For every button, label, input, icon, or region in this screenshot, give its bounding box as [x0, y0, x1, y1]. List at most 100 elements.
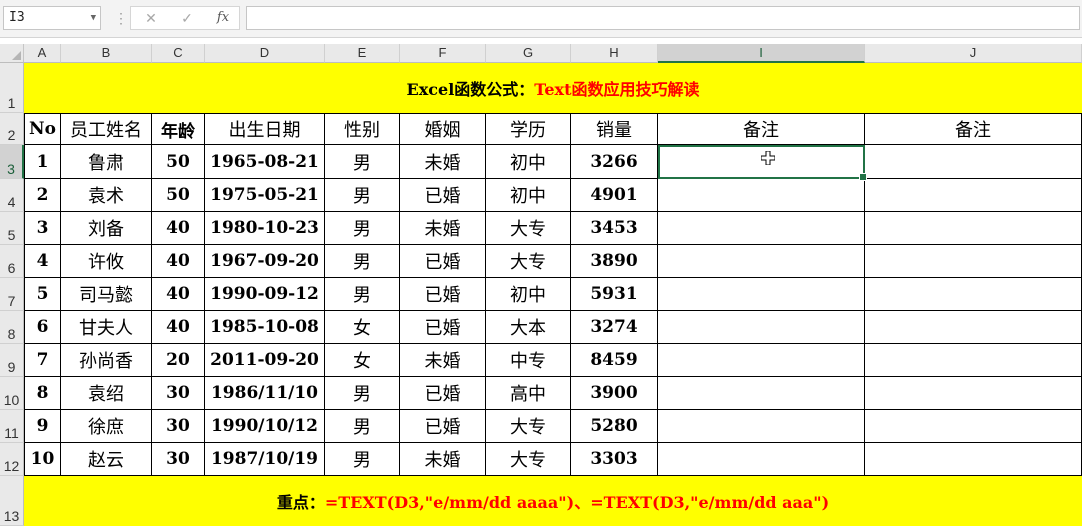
- row-header-1[interactable]: 1: [0, 63, 24, 113]
- header-cell-a[interactable]: No: [24, 113, 61, 145]
- table-cell[interactable]: 1975-05-21: [205, 179, 325, 212]
- table-cell[interactable]: 4901: [571, 179, 658, 212]
- table-cell[interactable]: 初中: [486, 145, 571, 179]
- table-cell[interactable]: 大专: [486, 410, 571, 443]
- table-cell[interactable]: [658, 311, 865, 344]
- row-header-10[interactable]: 10: [0, 377, 24, 410]
- table-cell[interactable]: 40: [152, 278, 205, 311]
- table-cell[interactable]: 1967-09-20: [205, 245, 325, 278]
- table-cell[interactable]: [865, 245, 1082, 278]
- table-cell[interactable]: 大本: [486, 311, 571, 344]
- column-header-e[interactable]: E: [325, 44, 400, 63]
- column-header-a[interactable]: A: [24, 44, 61, 63]
- table-cell[interactable]: 男: [325, 377, 400, 410]
- table-cell[interactable]: 1987/10/19: [205, 443, 325, 476]
- table-cell[interactable]: 4: [24, 245, 61, 278]
- table-cell[interactable]: 5: [24, 278, 61, 311]
- select-all-button[interactable]: [0, 44, 24, 63]
- table-cell[interactable]: [865, 278, 1082, 311]
- table-cell[interactable]: 30: [152, 443, 205, 476]
- table-cell[interactable]: [865, 311, 1082, 344]
- insert-function-icon[interactable]: fx: [211, 9, 235, 27]
- table-cell[interactable]: 大专: [486, 212, 571, 245]
- table-cell[interactable]: 男: [325, 278, 400, 311]
- header-cell-f[interactable]: 婚姻: [400, 113, 486, 145]
- header-cell-c[interactable]: 年龄: [152, 113, 205, 145]
- table-cell[interactable]: 未婚: [400, 212, 486, 245]
- table-cell[interactable]: [865, 377, 1082, 410]
- header-cell-j[interactable]: 备注: [865, 113, 1082, 145]
- title-cell[interactable]: Excel函数公式： Text函数应用技巧解读: [24, 63, 1082, 113]
- column-header-h[interactable]: H: [571, 44, 658, 63]
- table-cell[interactable]: 5931: [571, 278, 658, 311]
- table-cell[interactable]: 2: [24, 179, 61, 212]
- table-cell[interactable]: [658, 377, 865, 410]
- table-cell[interactable]: 已婚: [400, 278, 486, 311]
- table-cell[interactable]: 7: [24, 344, 61, 377]
- table-cell[interactable]: 初中: [486, 278, 571, 311]
- table-cell[interactable]: 3900: [571, 377, 658, 410]
- table-cell[interactable]: 3890: [571, 245, 658, 278]
- column-header-g[interactable]: G: [486, 44, 571, 63]
- column-header-c[interactable]: C: [152, 44, 205, 63]
- enter-icon[interactable]: ✓: [175, 9, 199, 27]
- table-cell[interactable]: [865, 344, 1082, 377]
- footer-cell[interactable]: 重点： =TEXT(D3,"e/mm/dd aaaa")、=TEXT(D3,"e/…: [24, 476, 1082, 526]
- table-cell[interactable]: 徐庶: [61, 410, 152, 443]
- row-header-4[interactable]: 4: [0, 179, 24, 212]
- table-cell[interactable]: 3453: [571, 212, 658, 245]
- table-cell[interactable]: 3: [24, 212, 61, 245]
- table-cell[interactable]: 1980-10-23: [205, 212, 325, 245]
- table-cell[interactable]: 刘备: [61, 212, 152, 245]
- table-cell[interactable]: 1986/11/10: [205, 377, 325, 410]
- table-cell[interactable]: [865, 410, 1082, 443]
- table-cell[interactable]: 3274: [571, 311, 658, 344]
- header-cell-i[interactable]: 备注: [658, 113, 865, 145]
- table-cell[interactable]: 8459: [571, 344, 658, 377]
- column-header-f[interactable]: F: [400, 44, 486, 63]
- table-cell[interactable]: 未婚: [400, 443, 486, 476]
- table-cell[interactable]: 男: [325, 212, 400, 245]
- table-cell[interactable]: 1990-09-12: [205, 278, 325, 311]
- table-cell[interactable]: [865, 145, 1082, 179]
- row-header-2[interactable]: 2: [0, 113, 24, 145]
- row-header-13[interactable]: 13: [0, 476, 24, 526]
- row-header-8[interactable]: 8: [0, 311, 24, 344]
- row-header-9[interactable]: 9: [0, 344, 24, 377]
- name-box[interactable]: I3 ▼: [3, 6, 101, 30]
- table-cell[interactable]: [658, 344, 865, 377]
- table-cell[interactable]: 1985-10-08: [205, 311, 325, 344]
- header-cell-b[interactable]: 员工姓名: [61, 113, 152, 145]
- table-cell[interactable]: 1: [24, 145, 61, 179]
- table-cell[interactable]: [658, 245, 865, 278]
- column-header-i[interactable]: I: [658, 44, 865, 63]
- header-cell-e[interactable]: 性别: [325, 113, 400, 145]
- table-cell[interactable]: 50: [152, 179, 205, 212]
- table-cell[interactable]: 司马懿: [61, 278, 152, 311]
- table-cell[interactable]: 高中: [486, 377, 571, 410]
- formula-input[interactable]: [246, 6, 1080, 30]
- table-cell[interactable]: [658, 179, 865, 212]
- table-cell[interactable]: 2011-09-20: [205, 344, 325, 377]
- row-header-3[interactable]: 3: [0, 145, 24, 179]
- table-cell[interactable]: [658, 278, 865, 311]
- table-cell[interactable]: 40: [152, 311, 205, 344]
- table-cell[interactable]: 30: [152, 377, 205, 410]
- table-cell[interactable]: 未婚: [400, 344, 486, 377]
- table-cell[interactable]: 5280: [571, 410, 658, 443]
- table-cell[interactable]: 50: [152, 145, 205, 179]
- more-options-icon[interactable]: ⋮: [114, 9, 128, 27]
- table-cell[interactable]: 40: [152, 212, 205, 245]
- table-cell[interactable]: 甘夫人: [61, 311, 152, 344]
- table-cell[interactable]: 男: [325, 145, 400, 179]
- table-cell[interactable]: 20: [152, 344, 205, 377]
- table-cell[interactable]: 已婚: [400, 179, 486, 212]
- table-cell[interactable]: [658, 443, 865, 476]
- table-cell[interactable]: 40: [152, 245, 205, 278]
- table-cell[interactable]: 6: [24, 311, 61, 344]
- table-cell[interactable]: 男: [325, 179, 400, 212]
- table-cell[interactable]: 已婚: [400, 410, 486, 443]
- table-cell[interactable]: 8: [24, 377, 61, 410]
- table-cell[interactable]: [865, 179, 1082, 212]
- column-header-j[interactable]: J: [865, 44, 1082, 63]
